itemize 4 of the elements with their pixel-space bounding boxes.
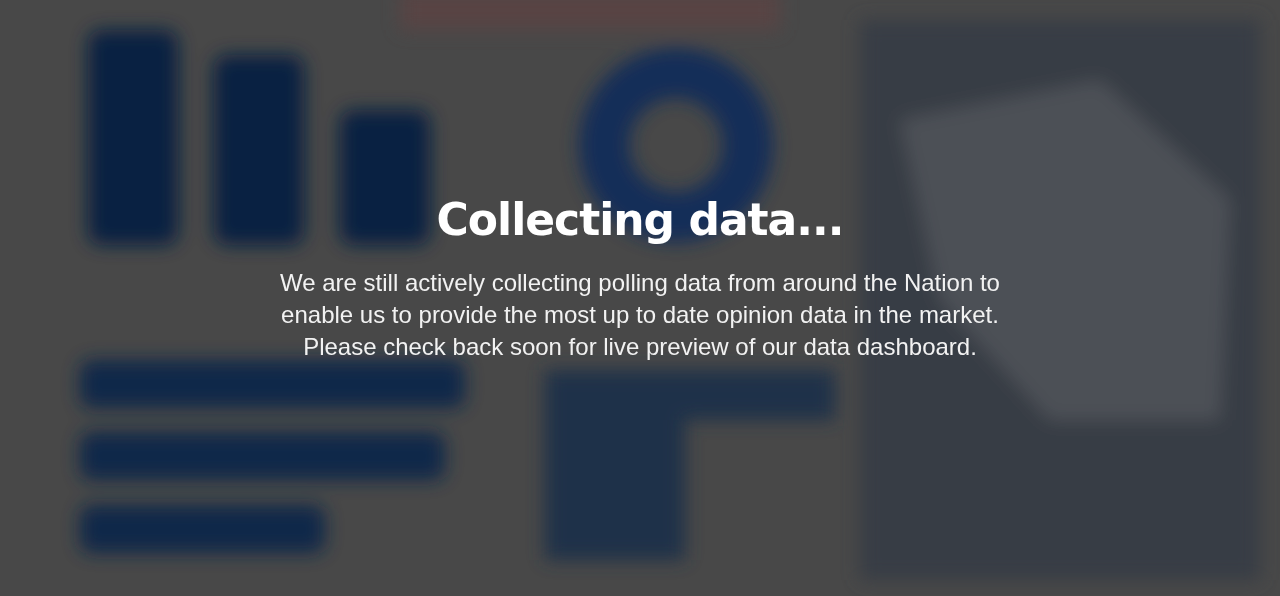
overlay-title: Collecting data... [436, 193, 844, 245]
message-line: We are still actively collecting polling data from around the Nation to [280, 267, 1000, 298]
message-line: Please check back soon for live preview of our data dashboard. [303, 331, 977, 362]
message-line: enable us to provide the most up to date opinion data in the market. [281, 299, 999, 330]
